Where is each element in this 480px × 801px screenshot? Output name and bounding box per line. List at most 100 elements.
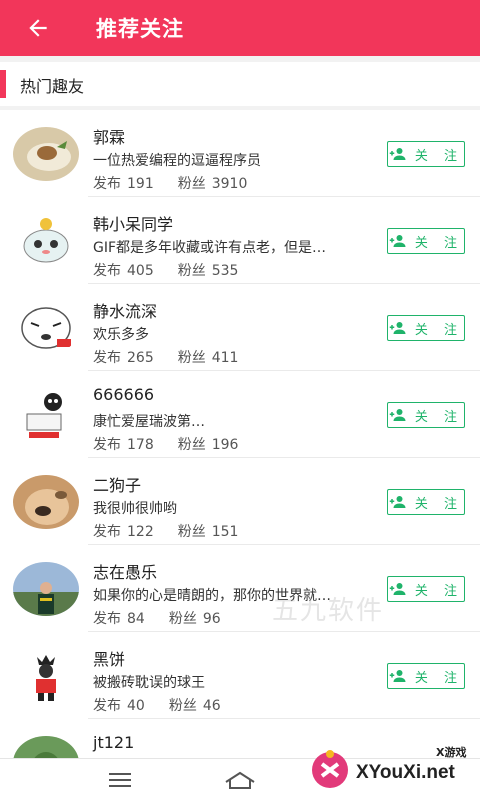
follow-label: 关 注 [414, 148, 464, 164]
home-icon [225, 771, 255, 789]
watermark-ghost-text: 五九软件 [272, 596, 385, 626]
posts-label: 发布 [93, 263, 121, 279]
user-name[interactable]: 静水流深 [93, 298, 157, 322]
gamepad-logo-icon [312, 750, 348, 788]
fans-count: 3910 [211, 176, 248, 192]
user-stats: 发布 191 粉丝 3910 [93, 173, 253, 193]
posts-label: 发布 [93, 611, 121, 627]
fans-label: 粉丝 [177, 437, 206, 453]
user-name[interactable]: 二狗子 [93, 472, 141, 496]
fans-label: 粉丝 [177, 350, 206, 366]
follow-label: 关 注 [414, 496, 464, 512]
menu-button[interactable] [100, 767, 140, 793]
follow-button[interactable]: 关 注 [387, 663, 465, 689]
page-title: 推荐关注 [96, 17, 184, 41]
list-item[interactable]: 二狗子 我很帅很帅哟 发布 122 粉丝 151 关 注 [0, 458, 480, 545]
app-header: 推荐关注 [0, 0, 480, 56]
follow-button[interactable]: 关 注 [387, 315, 465, 341]
avatar[interactable] [13, 301, 79, 355]
fans-label: 粉丝 [177, 263, 206, 279]
add-user-icon [389, 409, 406, 421]
user-bio: 被搬砖耽误的球王 [93, 675, 205, 691]
user-bio: 一位热爱编程的逗逼程序员 [93, 153, 261, 169]
section-accent-bar [0, 70, 6, 98]
avatar[interactable] [13, 388, 79, 442]
follow-button[interactable]: 关 注 [387, 228, 465, 254]
posts-label: 发布 [93, 698, 121, 714]
follow-label: 关 注 [414, 409, 464, 425]
fans-count: 46 [202, 698, 221, 714]
posts-label: 发布 [93, 524, 121, 540]
posts-count: 191 [127, 176, 154, 192]
follow-button[interactable]: 关 注 [387, 576, 465, 602]
user-name[interactable]: 黑饼 [93, 646, 125, 670]
list-item[interactable]: 郭霖 一位热爱编程的逗逼程序员 发布 191 粉丝 3910 关 注 [0, 110, 480, 197]
user-stats: 发布 405 粉丝 535 [93, 260, 244, 280]
follow-button[interactable]: 关 注 [387, 141, 465, 167]
follow-button[interactable]: 关 注 [387, 489, 465, 515]
posts-count: 84 [127, 611, 145, 627]
user-bio: 我很帅很帅哟 [93, 501, 177, 517]
list-item[interactable]: 黑饼 被搬砖耽误的球王 发布 40 粉丝 46 关 注 [0, 632, 480, 719]
avatar[interactable] [13, 127, 79, 181]
user-stats: 发布 40 粉丝 46 [93, 695, 227, 715]
watermark-subtext: X游戏 [436, 746, 467, 759]
posts-count: 40 [127, 698, 145, 714]
fans-count: 196 [211, 437, 239, 453]
user-name[interactable]: 韩小呆同学 [93, 211, 173, 235]
user-name[interactable]: 郭霖 [93, 124, 125, 148]
user-name[interactable]: jt121 [93, 733, 134, 752]
follow-label: 关 注 [414, 670, 464, 686]
watermark-text: XYouXi.net [356, 762, 455, 783]
user-list: 郭霖 一位热爱编程的逗逼程序员 发布 191 粉丝 3910 关 注 韩小呆同学 GI… [0, 110, 480, 758]
fans-label: 粉丝 [168, 611, 197, 627]
fans-label: 粉丝 [177, 524, 206, 540]
home-button[interactable] [220, 767, 260, 793]
section-title: 热门趣友 [20, 77, 85, 96]
list-item[interactable]: 志在愚乐 如果你的心是晴朗的，那你的世界就… 发布 84 粉丝 96 关 注 [0, 545, 480, 632]
fans-count: 411 [211, 350, 239, 366]
avatar[interactable] [13, 649, 79, 703]
add-user-icon [389, 322, 406, 334]
follow-button[interactable]: 关 注 [387, 402, 465, 428]
posts-count: 405 [127, 263, 154, 279]
arrow-left-icon [29, 19, 47, 37]
posts-label: 发布 [93, 350, 121, 366]
back-button[interactable] [18, 10, 58, 46]
fans-label: 粉丝 [177, 176, 206, 192]
user-bio: GIF都是多年收藏或许有点老，但是… [93, 240, 327, 256]
user-stats: 发布 178 粉丝 196 [93, 434, 244, 454]
follow-label: 关 注 [414, 235, 464, 251]
add-user-icon [389, 670, 406, 682]
add-user-icon [389, 496, 406, 508]
posts-count: 122 [127, 524, 154, 540]
fans-count: 96 [202, 611, 221, 627]
menu-icon [109, 773, 131, 787]
avatar[interactable] [13, 214, 79, 268]
site-watermark: XYouXi.net X游戏 [302, 740, 480, 800]
user-stats: 发布 122 粉丝 151 [93, 521, 244, 541]
fans-count: 535 [211, 263, 239, 279]
follow-label: 关 注 [414, 583, 464, 599]
posts-count: 265 [127, 350, 154, 366]
user-name[interactable]: 志在愚乐 [93, 559, 157, 583]
section-header: 热门趣友 [0, 62, 480, 106]
avatar[interactable] [13, 562, 79, 616]
add-user-icon [389, 148, 406, 160]
avatar[interactable] [13, 736, 79, 758]
posts-count: 178 [127, 437, 154, 453]
user-name[interactable]: 666666 [93, 385, 154, 404]
fans-label: 粉丝 [168, 698, 197, 714]
user-stats: 发布 84 粉丝 96 [93, 608, 227, 628]
list-item[interactable]: 静水流深 欢乐多多 发布 265 粉丝 411 关 注 [0, 284, 480, 371]
user-stats: 发布 265 粉丝 411 [93, 347, 244, 367]
avatar[interactable] [13, 475, 79, 529]
follow-label: 关 注 [414, 322, 464, 338]
user-bio: 欢乐多多 [93, 327, 149, 343]
list-item[interactable]: 666666 康忙爱屋瑞波第… 发布 178 粉丝 196 关 注 [0, 371, 480, 458]
fans-count: 151 [211, 524, 239, 540]
posts-label: 发布 [93, 437, 121, 453]
add-user-icon [389, 235, 406, 247]
list-item[interactable]: 韩小呆同学 GIF都是多年收藏或许有点老，但是… 发布 405 粉丝 535 关 注 [0, 197, 480, 284]
add-user-icon [389, 583, 406, 595]
